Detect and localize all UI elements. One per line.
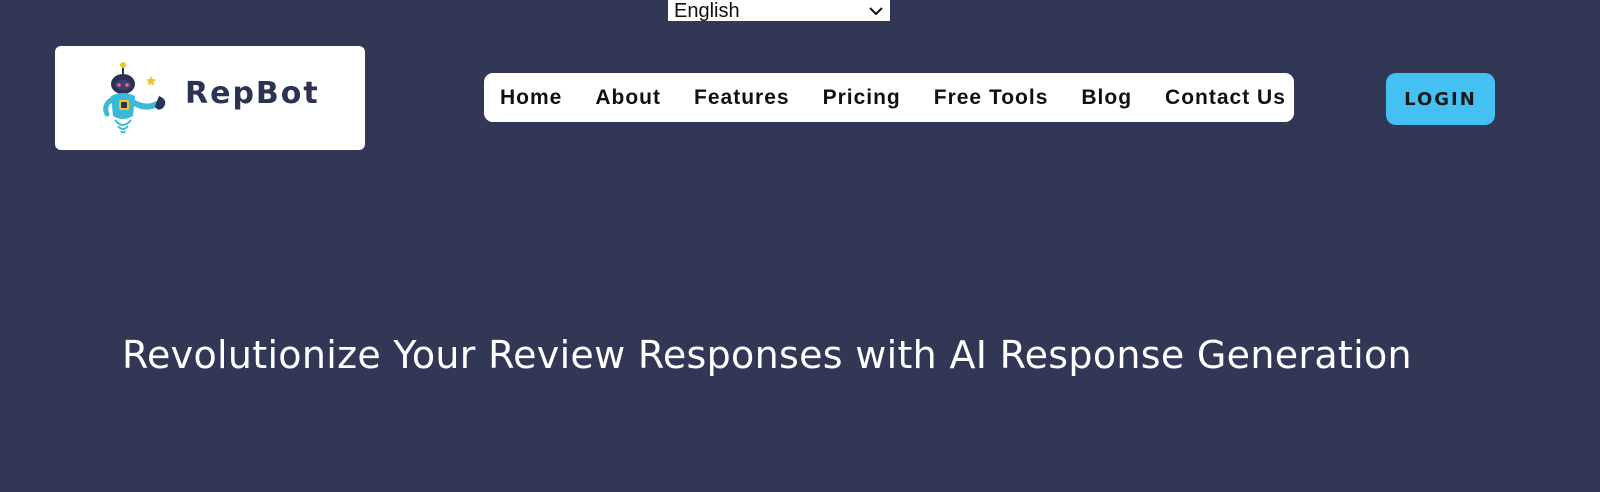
logo[interactable]: RepBot xyxy=(55,46,365,150)
login-button[interactable]: LOGIN xyxy=(1386,73,1495,125)
language-select[interactable]: English xyxy=(668,0,890,21)
hero-title: Revolutionize Your Review Responses with… xyxy=(122,333,1412,377)
nav-item-home[interactable]: Home xyxy=(500,86,562,110)
nav-item-blog[interactable]: Blog xyxy=(1081,86,1132,110)
nav-item-about[interactable]: About xyxy=(595,86,661,110)
logo-text: RepBot xyxy=(185,76,320,111)
robot-mascot-icon xyxy=(99,60,181,140)
nav-item-free-tools[interactable]: Free Tools xyxy=(934,86,1049,110)
main-nav: Home About Features Pricing Free Tools B… xyxy=(484,73,1294,122)
nav-item-features[interactable]: Features xyxy=(694,86,790,110)
chevron-down-icon xyxy=(868,3,884,19)
nav-item-contact-us[interactable]: Contact Us xyxy=(1165,86,1286,110)
language-select-value: English xyxy=(674,0,740,22)
nav-item-pricing[interactable]: Pricing xyxy=(823,86,901,110)
